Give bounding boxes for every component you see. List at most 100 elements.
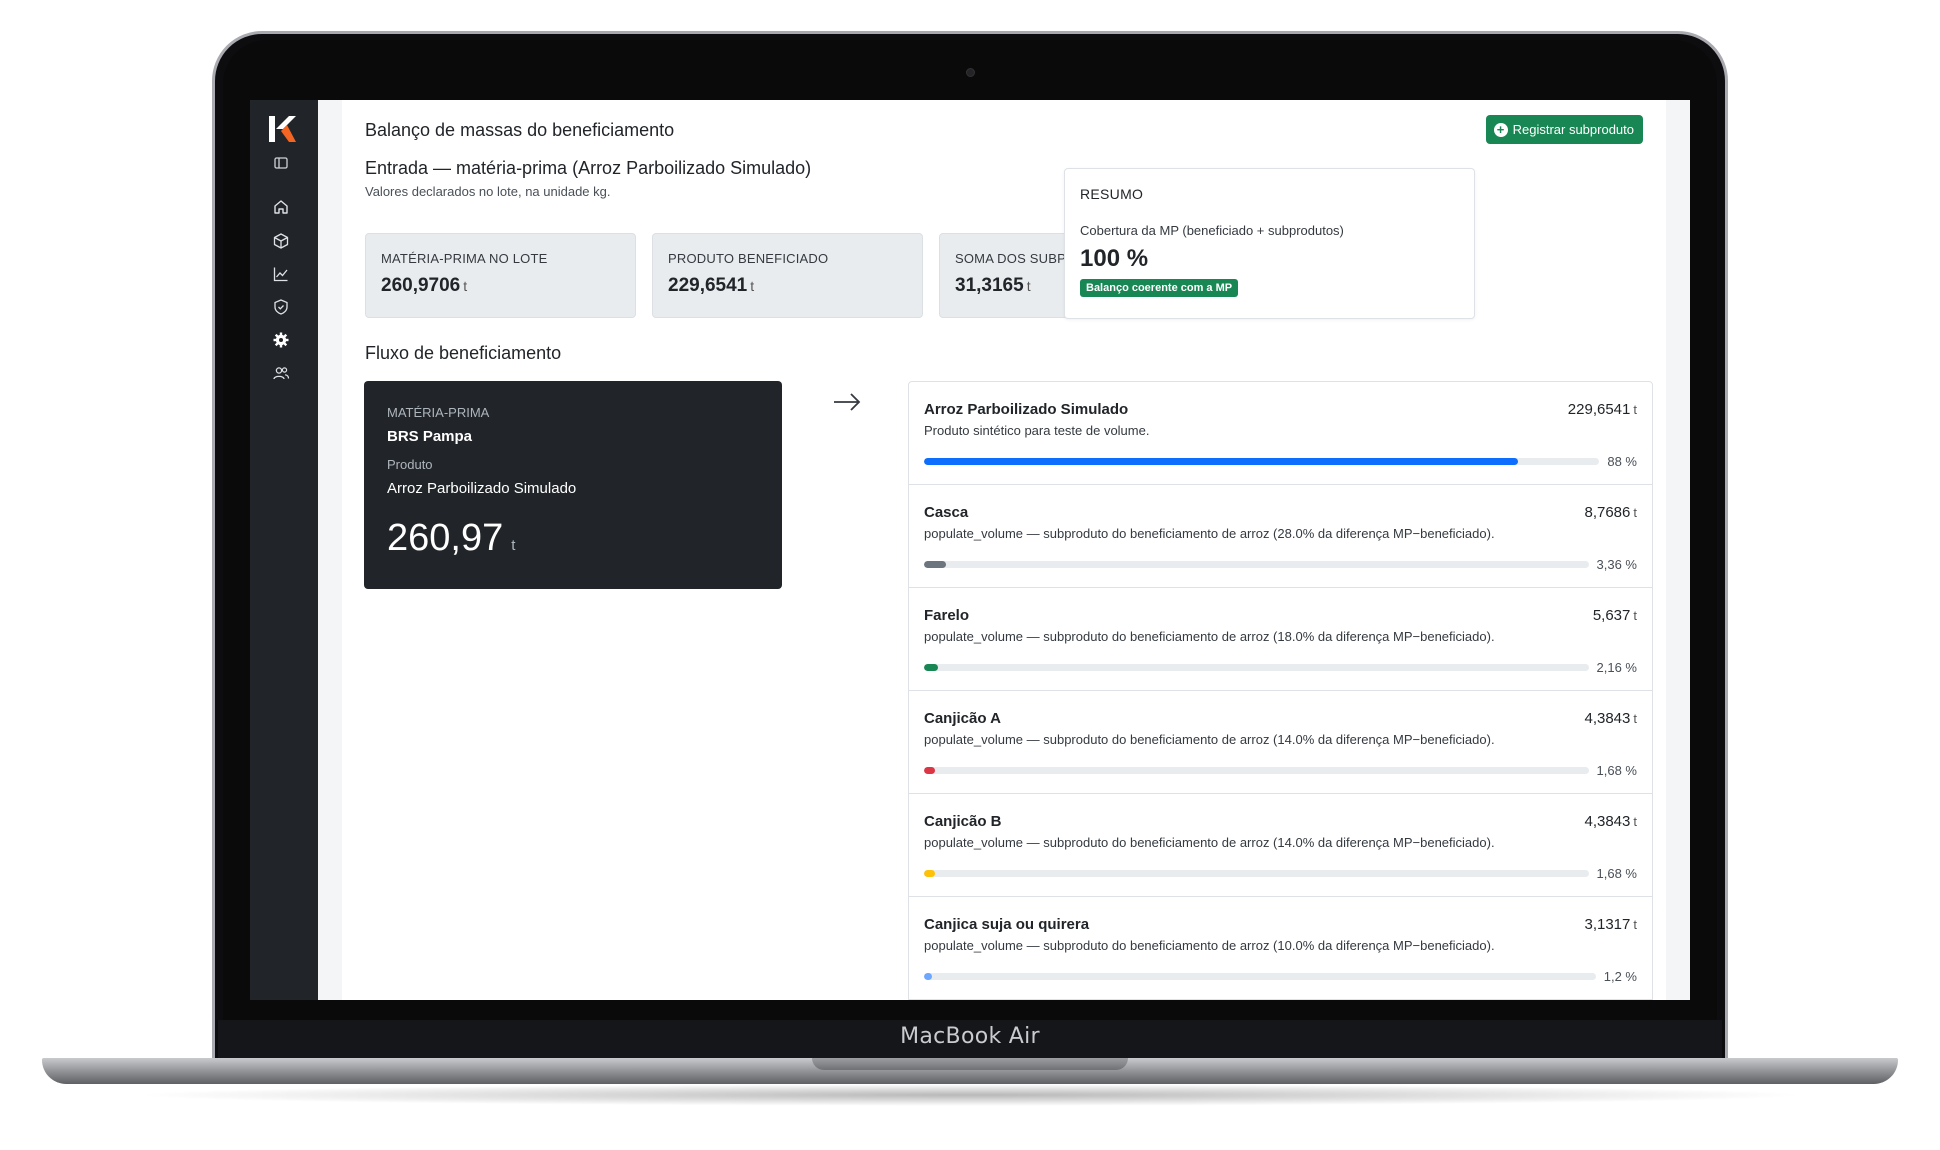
flow-item-name: Farelo bbox=[924, 607, 970, 624]
flow-item-number: 4,3843 bbox=[1584, 813, 1631, 830]
progress-label: 88 % bbox=[1607, 453, 1637, 469]
list-item[interactable]: Canjicão A populate_volume — subproduto d… bbox=[909, 691, 1652, 794]
box-icon[interactable] bbox=[270, 230, 292, 252]
flow-item-value: 8,7686 t bbox=[1584, 504, 1637, 521]
main-area: Balanço de massas do beneficiamento + Re… bbox=[318, 100, 1690, 1000]
chart-line-icon[interactable] bbox=[270, 263, 292, 285]
mp-product: Arroz Parboilizado Simulado bbox=[387, 480, 577, 497]
summary-card: RESUMO Cobertura da MP (beneficiado + su… bbox=[1064, 168, 1475, 319]
stat-unit: t bbox=[463, 278, 468, 294]
app-screen: Balanço de massas do beneficiamento + Re… bbox=[250, 100, 1690, 1000]
progress-track bbox=[924, 663, 1589, 671]
list-item[interactable]: Casca populate_volume — subproduto do ben… bbox=[909, 485, 1652, 588]
progress-track bbox=[924, 869, 1589, 877]
list-item[interactable]: Arroz Parboilizado Simulado Produto sinté… bbox=[909, 382, 1652, 485]
gear-icon[interactable] bbox=[270, 329, 292, 351]
progress-row: 3,36 % bbox=[924, 556, 1637, 572]
flow-item-unit: t bbox=[1633, 814, 1637, 829]
progress-label: 1,2 % bbox=[1603, 968, 1637, 984]
mp-unit: t bbox=[511, 537, 516, 554]
progress-label: 1,68 % bbox=[1596, 865, 1637, 881]
register-subproduct-label: Registrar subproduto bbox=[1512, 122, 1634, 137]
main-panel: Balanço de massas do beneficiamento + Re… bbox=[342, 100, 1666, 1000]
camera-icon bbox=[966, 68, 975, 77]
progress-row: 1,68 % bbox=[924, 763, 1637, 778]
list-item[interactable]: Canjicão B populate_volume — subproduto d… bbox=[909, 794, 1652, 897]
flow-item-name: Canjicão B bbox=[924, 813, 1002, 830]
flow-item-name: Arroz Parboilizado Simulado bbox=[924, 401, 1129, 418]
progress-row: 88 % bbox=[924, 453, 1637, 469]
flow-item-number: 5,637 bbox=[1592, 607, 1631, 624]
entrada-title: Entrada — matéria-prima (Arroz Parboiliz… bbox=[365, 158, 812, 178]
progress-track bbox=[924, 972, 1596, 980]
flow-item-name: Canjicão A bbox=[924, 710, 1001, 727]
stat-card-materia-prima: MATÉRIA-PRIMA NO LOTE 260,9706 t bbox=[365, 233, 636, 318]
mp-name: BRS Pampa bbox=[387, 428, 473, 445]
flow-item-desc: populate_volume — subproduto do benefici… bbox=[924, 835, 1495, 850]
flow-item-number: 3,1317 bbox=[1584, 916, 1631, 933]
progress-fill bbox=[924, 766, 936, 774]
flow-item-desc: Produto sintético para teste de volume. bbox=[924, 423, 1150, 438]
stat-value: 260,9706 t bbox=[381, 275, 620, 297]
flow-item-number: 4,3843 bbox=[1584, 710, 1631, 727]
flow-item-unit: t bbox=[1633, 917, 1637, 932]
flow-item-desc: populate_volume — subproduto do benefici… bbox=[924, 732, 1495, 747]
sidebar bbox=[250, 100, 318, 1000]
entrada-subtitle: Valores declarados no lote, na unidade k… bbox=[365, 184, 611, 199]
flow-item-value: 4,3843 t bbox=[1584, 813, 1637, 830]
device-label: MacBook Air bbox=[900, 1024, 1040, 1049]
flow-item-number: 8,7686 bbox=[1584, 504, 1631, 521]
progress-track bbox=[924, 560, 1589, 568]
progress-row: 1,68 % bbox=[924, 865, 1637, 881]
flow-item-value: 4,3843 t bbox=[1584, 710, 1637, 727]
users-icon[interactable] bbox=[270, 362, 292, 384]
stat-unit: t bbox=[1026, 278, 1031, 294]
mp-product-label: Produto bbox=[387, 457, 433, 472]
stat-value: 229,6541 t bbox=[668, 275, 907, 297]
home-icon[interactable] bbox=[270, 196, 292, 218]
stat-card-produto-beneficiado: PRODUTO BENEFICIADO 229,6541 t bbox=[652, 233, 923, 318]
progress-label: 3,36 % bbox=[1596, 556, 1637, 572]
progress-row: 1,2 % bbox=[924, 968, 1637, 984]
flow-item-desc: populate_volume — subproduto do benefici… bbox=[924, 526, 1495, 541]
flow-item-number: 229,6541 bbox=[1567, 401, 1631, 418]
stat-number: 31,3165 bbox=[955, 275, 1024, 296]
flow-item-value: 229,6541 t bbox=[1568, 401, 1637, 418]
progress-fill bbox=[924, 972, 933, 980]
flow-item-unit: t bbox=[1633, 711, 1637, 726]
shield-icon[interactable] bbox=[270, 296, 292, 318]
toggle-sidebar-icon[interactable] bbox=[270, 152, 292, 174]
flow-item-desc: populate_volume — subproduto do benefici… bbox=[924, 629, 1495, 644]
status-badge: Balanço coerente com a MP bbox=[1080, 279, 1239, 297]
app-logo[interactable] bbox=[267, 114, 297, 144]
register-subproduct-button[interactable]: + Registrar subproduto bbox=[1485, 115, 1643, 144]
stat-label: PRODUTO BENEFICIADO bbox=[668, 251, 829, 266]
flow-item-name: Canjica suja ou quirera bbox=[924, 916, 1090, 933]
progress-track bbox=[924, 457, 1600, 465]
flow-item-unit: t bbox=[1633, 402, 1637, 417]
progress-track bbox=[924, 766, 1589, 774]
mp-number: 260,97 bbox=[387, 517, 504, 559]
flow-item-value: 3,1317 t bbox=[1584, 916, 1637, 933]
list-item[interactable]: Farelo populate_volume — subproduto do be… bbox=[909, 588, 1652, 691]
materia-prima-card: MATÉRIA-PRIMA BRS Pampa Produto Arroz Pa… bbox=[364, 381, 782, 589]
plus-circle-icon: + bbox=[1493, 122, 1508, 137]
list-item[interactable]: Canjica suja ou quirera populate_volume —… bbox=[909, 897, 1652, 1000]
fluxo-title: Fluxo de beneficiamento bbox=[365, 343, 562, 363]
page-title: Balanço de massas do beneficiamento bbox=[365, 120, 675, 140]
progress-fill bbox=[924, 457, 1519, 465]
stat-number: 260,9706 bbox=[381, 275, 461, 296]
progress-fill bbox=[924, 560, 947, 568]
progress-row: 2,16 % bbox=[924, 659, 1637, 675]
progress-fill bbox=[924, 869, 936, 877]
progress-label: 2,16 % bbox=[1596, 659, 1637, 675]
flow-item-value: 5,637 t bbox=[1593, 607, 1637, 624]
mp-value: 260,97 t bbox=[387, 517, 759, 560]
flow-item-name: Casca bbox=[924, 504, 969, 521]
stat-label: MATÉRIA-PRIMA NO LOTE bbox=[381, 251, 548, 266]
arrow-right-icon bbox=[832, 390, 862, 414]
mp-label: MATÉRIA-PRIMA bbox=[387, 405, 490, 420]
flow-item-unit: t bbox=[1633, 505, 1637, 520]
laptop-shadow bbox=[130, 1084, 1810, 1106]
flow-item-unit: t bbox=[1633, 608, 1637, 623]
